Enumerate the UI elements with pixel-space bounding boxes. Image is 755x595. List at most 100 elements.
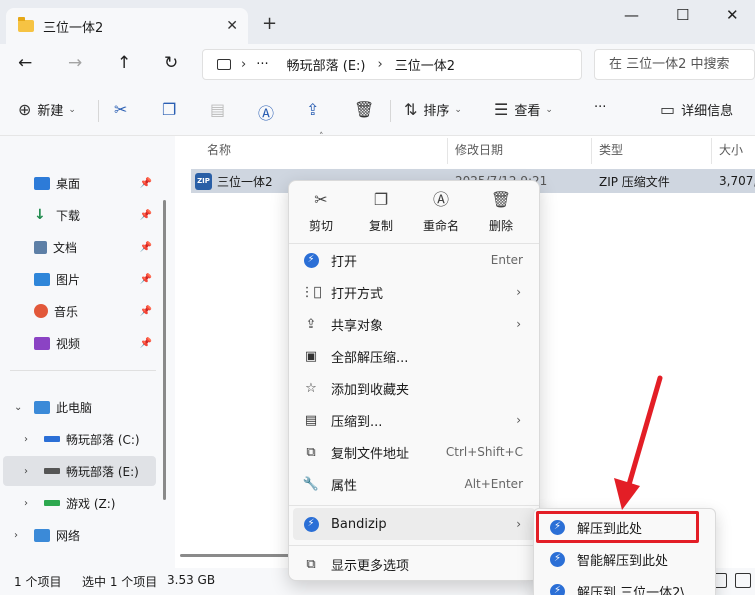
column-header-type[interactable]: 类型 xyxy=(599,136,623,166)
share-icon: ⇪ xyxy=(305,316,317,332)
divider xyxy=(390,100,391,122)
selected-count: 选中 1 个项目 xyxy=(82,575,158,589)
minimize-button[interactable]: — xyxy=(624,6,639,24)
menu-item-bandizip[interactable]: ⚡ Bandizip › xyxy=(293,508,535,540)
view-label: 查看 xyxy=(514,104,541,119)
chevron-right-icon: › xyxy=(516,517,521,531)
pin-icon: 📌 xyxy=(139,337,152,349)
delete-toolbar-icon[interactable]: 🗑 xyxy=(354,100,380,119)
forward-button[interactable]: → xyxy=(68,53,82,73)
submenu-item-smart-extract[interactable]: ⚡ 智能解压到此处 xyxy=(538,544,713,574)
sidebar-item-network[interactable]: › 网络 xyxy=(0,520,160,550)
paste-toolbar-icon[interactable]: ▤ xyxy=(210,100,231,119)
menu-item-share[interactable]: ⇪ 共享对象 › xyxy=(293,308,535,340)
menu-item-copy-path[interactable]: ⧉ 复制文件地址 Ctrl+Shift+C xyxy=(293,436,535,468)
sidebar-item-drive-c[interactable]: › 畅玩部落 (C:) xyxy=(0,424,160,454)
delete-icon: 🗑 xyxy=(490,190,512,209)
chevron-down-icon: ⌄ xyxy=(545,104,553,115)
menu-item-open[interactable]: ⚡ 打开 Enter xyxy=(293,244,535,276)
search-input[interactable]: 在 三位一体2 中搜索 xyxy=(594,49,755,80)
details-label: 详细信息 xyxy=(681,104,734,119)
sidebar-item-downloads[interactable]: ↓ 下载 📌 xyxy=(0,200,160,230)
tiles-view-icon[interactable] xyxy=(735,573,751,588)
menu-item-open-with[interactable]: ⋮⃞ 打开方式 › xyxy=(293,276,535,308)
details-pane-icon: ▭ xyxy=(660,100,676,119)
new-button[interactable]: ⊕ 新建 ⌄ xyxy=(18,100,76,119)
breadcrumb-folder[interactable]: 三位一体2 xyxy=(395,55,455,74)
folder-icon xyxy=(18,17,34,32)
menu-item-label: Bandizip xyxy=(331,516,387,532)
menu-item-show-more[interactable]: ⧉ 显示更多选项 xyxy=(293,548,535,580)
sort-button[interactable]: ⇅ 排序 ⌄ xyxy=(404,100,462,119)
sidebar-item-label: 文档 xyxy=(53,240,78,255)
rename-toolbar-icon[interactable]: Ⓐ xyxy=(258,100,280,124)
view-list-icon: ☰ xyxy=(494,100,509,119)
column-header-name[interactable]: 名称 xyxy=(207,136,231,166)
menu-item-compress-to[interactable]: ▤ 压缩到... › xyxy=(293,404,535,436)
chevron-right-icon: › xyxy=(516,285,521,299)
menu-item-properties[interactable]: 🔧 属性 Alt+Enter xyxy=(293,468,535,500)
item-count: 1 个项目 xyxy=(14,575,62,589)
menu-item-extract-all[interactable]: ▣ 全部解压缩... xyxy=(293,340,535,372)
details-button[interactable]: ▭ 详细信息 xyxy=(660,100,733,119)
submenu-item-extract-to-folder[interactable]: ⚡ 解压到 三位一体2\ xyxy=(538,576,713,595)
plus-circle-icon: ⊕ xyxy=(18,100,32,119)
more-button[interactable]: ··· xyxy=(594,100,606,115)
cut-toolbar-icon[interactable]: ✂ xyxy=(114,100,133,119)
delete-button[interactable]: 🗑 删除 xyxy=(473,189,529,239)
quick-action-label: 删除 xyxy=(488,219,513,233)
rename-button[interactable]: Ⓐ 重命名 xyxy=(413,189,469,239)
chevron-down-icon: ⌄ xyxy=(14,401,23,413)
column-header-date[interactable]: 修改日期 xyxy=(455,136,503,166)
new-tab-button[interactable]: + xyxy=(262,13,277,34)
up-button[interactable]: ↑ xyxy=(117,53,131,73)
breadcrumb-separator: › xyxy=(377,57,383,72)
menu-item-label: 打开方式 xyxy=(331,286,384,302)
address-bar[interactable]: › ··· 畅玩部落 (E:) › 三位一体2 xyxy=(202,49,582,80)
pin-icon: 📌 xyxy=(139,273,152,285)
sidebar-item-label: 畅玩部落 (C:) xyxy=(66,432,140,447)
menu-shortcut: Ctrl+Shift+C xyxy=(445,445,523,459)
tab-close-icon[interactable]: ✕ xyxy=(226,18,238,34)
maximize-button[interactable]: ☐ xyxy=(676,6,689,24)
chevron-down-icon: ⌄ xyxy=(454,104,462,115)
submenu-item-label: 智能解压到此处 xyxy=(577,553,669,569)
sidebar-item-label: 游戏 (Z:) xyxy=(66,496,116,511)
divider xyxy=(10,370,156,371)
copy-toolbar-icon[interactable]: ❐ xyxy=(162,100,182,119)
breadcrumb-drive[interactable]: 畅玩部落 (E:) xyxy=(287,55,366,74)
column-divider[interactable] xyxy=(711,138,712,164)
network-icon xyxy=(34,528,50,542)
sidebar-item-pictures[interactable]: 图片 📌 xyxy=(0,264,160,294)
sidebar-item-music[interactable]: 音乐 📌 xyxy=(0,296,160,326)
sidebar-scrollbar[interactable] xyxy=(163,200,166,500)
refresh-button[interactable]: ↻ xyxy=(164,53,178,73)
column-divider[interactable] xyxy=(447,138,448,164)
sidebar-item-this-pc[interactable]: ⌄ 此电脑 xyxy=(0,392,160,422)
sidebar-item-desktop[interactable]: 桌面 📌 xyxy=(0,168,160,198)
sidebar-item-drive-e[interactable]: › 畅玩部落 (E:) xyxy=(3,456,156,486)
context-menu: ✂ 剪切 ❐ 复制 Ⓐ 重命名 🗑 删除 ⚡ 打开 Enter ⋮⃞ 打开方式 … xyxy=(288,180,540,581)
menu-item-add-favorites[interactable]: ☆ 添加到收藏夹 xyxy=(293,372,535,404)
sidebar-item-videos[interactable]: 视频 📌 xyxy=(0,328,160,358)
menu-shortcut: Enter xyxy=(490,253,523,267)
column-header-size[interactable]: 大小 xyxy=(719,136,743,166)
bandizip-icon: ⚡ xyxy=(303,252,319,268)
menu-item-label: 全部解压缩... xyxy=(331,350,409,366)
menu-item-label: 打开 xyxy=(331,254,358,270)
copy-button[interactable]: ❐ 复制 xyxy=(353,189,409,239)
wrench-icon: 🔧 xyxy=(302,476,320,492)
sort-label: 排序 xyxy=(423,104,450,119)
share-toolbar-icon[interactable]: ⇪ xyxy=(306,100,325,119)
sidebar-item-drive-z[interactable]: › 游戏 (Z:) xyxy=(0,488,160,518)
sidebar-item-documents[interactable]: 文档 📌 xyxy=(0,232,160,262)
column-divider[interactable] xyxy=(591,138,592,164)
close-window-button[interactable]: ✕ xyxy=(726,6,739,24)
tab-active[interactable]: 三位一体2 ✕ xyxy=(6,8,248,44)
back-button[interactable]: ← xyxy=(18,53,32,73)
breadcrumb-more[interactable]: ··· xyxy=(256,57,268,72)
cut-button[interactable]: ✂ 剪切 xyxy=(293,189,349,239)
sidebar-item-label: 图片 xyxy=(56,272,81,287)
pin-icon: 📌 xyxy=(139,241,152,253)
view-button[interactable]: ☰ 查看 ⌄ xyxy=(494,100,553,119)
